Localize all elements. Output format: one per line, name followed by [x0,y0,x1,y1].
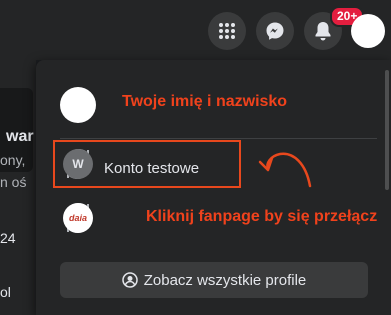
fanpage-avatar-logo: daia [63,203,93,233]
account-switcher-dropdown: Twoje imię i nazwisko W Konto testowe da… [36,60,391,315]
background-text-fragment: ol [0,284,11,300]
see-all-profiles-button[interactable]: Zobacz wszystkie profile [60,262,368,298]
background-text-fragment: war [6,128,34,145]
see-all-profiles-label: Zobacz wszystkie profile [143,271,307,289]
messenger-button[interactable] [256,12,294,50]
background-text-fragment: ony, [0,152,26,168]
profile-name-annotation: Twoje imię i nazwisko [122,93,288,110]
scrollbar[interactable] [385,70,389,190]
background-text-fragment: n oś [0,174,27,190]
current-profile-avatar[interactable] [60,87,96,123]
menu-grid-button[interactable] [208,12,246,50]
annotation-arrow-icon [258,152,312,188]
top-navigation-bar: 20+ [0,0,391,60]
background-text-fragment: 24 [0,230,16,246]
profiles-icon [121,272,138,288]
bell-icon [315,22,331,41]
menu-grid-icon [219,23,235,39]
messenger-icon [266,22,284,40]
account-avatar-button[interactable] [351,14,385,48]
test-account-label: Konto testowe [104,160,200,177]
menu-divider [60,138,377,139]
fanpage-annotation: Kliknij fanpage by się przełącz [146,208,378,225]
